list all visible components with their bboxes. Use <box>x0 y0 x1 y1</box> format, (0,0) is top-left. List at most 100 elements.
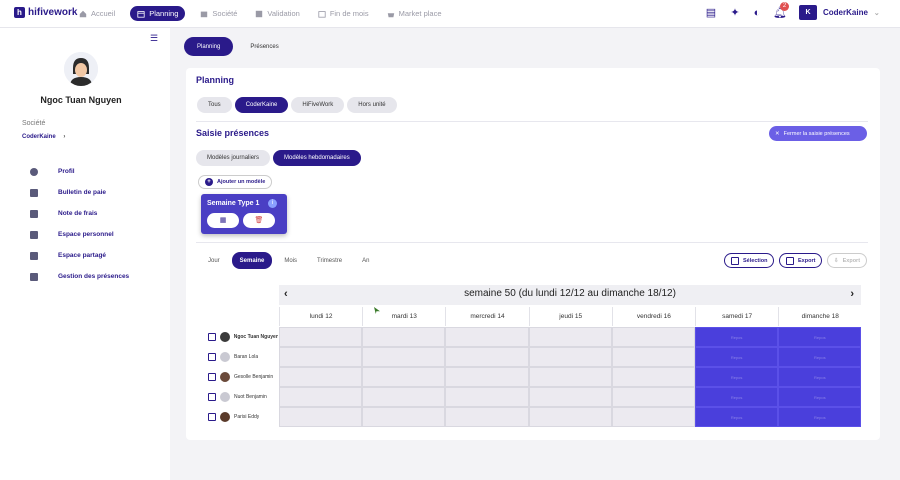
next-week-icon[interactable]: › <box>850 288 854 300</box>
employee-avatar <box>219 332 230 342</box>
filter-hifivework[interactable]: HiFiveWork <box>291 97 345 113</box>
employee-row[interactable]: Ngoc Tuan Nguyen <box>208 327 278 347</box>
filter-tous[interactable]: Tous <box>197 97 232 113</box>
calendar-icon[interactable] <box>208 333 216 341</box>
period-semaine[interactable]: Semaine <box>231 252 273 269</box>
employee-row[interactable]: Nuot Benjamin <box>208 387 278 407</box>
day-cell[interactable] <box>362 387 446 407</box>
app-logo[interactable]: h hifivework <box>14 7 77 18</box>
day-cell[interactable] <box>362 347 446 367</box>
export-button[interactable]: Export <box>779 253 823 268</box>
nav-item-accueil[interactable]: Accueil <box>76 6 118 21</box>
contrast-icon[interactable]: ◐ <box>751 7 763 19</box>
tab-modeles-journaliers[interactable]: Modèles journaliers <box>196 150 271 166</box>
avatar <box>64 52 98 86</box>
calendar-icon[interactable] <box>208 413 216 421</box>
nav-item-validation[interactable]: Validation <box>252 6 302 21</box>
day-cell[interactable] <box>528 367 612 387</box>
sidebar-item-note-de-frais[interactable]: Note de frais <box>30 203 129 224</box>
weekend-cell[interactable]: Repos <box>695 407 779 427</box>
selection-button[interactable]: Sélection <box>724 253 775 268</box>
employee-avatar <box>220 372 230 382</box>
sidebar-item-gestion-presences[interactable]: Gestion des présences <box>30 266 129 287</box>
model-card[interactable]: Semaine Type 1 i ▦ 🗑︎ <box>201 194 287 234</box>
collapse-sidebar-icon[interactable]: ☰ <box>150 33 158 44</box>
societe-selector[interactable]: CoderKaine › <box>22 134 65 140</box>
tab-planning[interactable]: Planning <box>184 37 234 56</box>
check-icon <box>256 10 263 17</box>
day-cell[interactable] <box>279 367 363 387</box>
day-header: mercredi 14 <box>445 307 528 326</box>
day-cell[interactable] <box>279 387 363 407</box>
nav-item-societe[interactable]: Société <box>197 6 240 21</box>
day-header: lundi 12 <box>279 307 362 326</box>
calendar-button[interactable]: ▦ <box>207 213 239 228</box>
day-cell[interactable] <box>445 387 529 407</box>
day-cell[interactable] <box>362 327 446 347</box>
sidebar: ☰ Ngoc Tuan Nguyen Société CoderKaine › … <box>0 28 170 480</box>
day-cell[interactable] <box>528 407 612 427</box>
filter-hors-unite[interactable]: Hors unité <box>347 97 397 113</box>
calendar-icon[interactable] <box>208 393 216 401</box>
day-cell[interactable] <box>528 387 612 407</box>
day-cell[interactable] <box>611 327 695 347</box>
weekend-cell[interactable]: Repos <box>778 407 862 427</box>
user-menu[interactable]: K CoderKaine ⌄ <box>799 5 880 20</box>
weekend-cell[interactable]: Repos <box>778 367 862 387</box>
day-cell[interactable] <box>445 367 529 387</box>
weekend-cell[interactable]: Repos <box>778 347 862 367</box>
day-cell[interactable] <box>611 347 695 367</box>
filter-coderkaine[interactable]: CoderKaine <box>234 97 289 113</box>
add-model-button[interactable]: + Ajouter un modèle <box>198 175 273 189</box>
sidebar-item-label: Espace partagé <box>58 252 107 259</box>
sidebar-item-espace-partage[interactable]: Espace partagé <box>30 245 129 266</box>
selection-label: Sélection <box>743 257 768 264</box>
sidebar-item-profil[interactable]: Profil <box>30 161 129 182</box>
sidebar-item-label: Gestion des présences <box>58 273 130 280</box>
period-trimestre[interactable]: Trimestre <box>309 252 350 269</box>
period-mois[interactable]: Mois <box>276 252 305 269</box>
period-an[interactable]: An <box>354 252 377 269</box>
day-cell[interactable] <box>528 347 612 367</box>
info-icon[interactable]: i <box>268 199 277 208</box>
employee-row[interactable]: Gesolle Benjamin <box>208 367 278 387</box>
weekend-cell[interactable]: Repos <box>778 327 862 347</box>
nav-label: Validation <box>267 9 300 18</box>
period-jour[interactable]: Jour <box>200 252 228 269</box>
day-cell[interactable] <box>279 407 363 427</box>
day-cell[interactable] <box>611 367 695 387</box>
day-cell[interactable] <box>445 327 529 347</box>
delete-button[interactable]: 🗑︎ <box>243 213 275 228</box>
day-cell[interactable] <box>279 347 363 367</box>
nav-item-fin-de-mois[interactable]: Fin de mois <box>315 6 372 21</box>
day-cell[interactable] <box>445 407 529 427</box>
day-cell[interactable] <box>362 367 446 387</box>
weekend-cell[interactable]: Repos <box>695 347 779 367</box>
calendar-icon[interactable] <box>208 353 216 361</box>
day-cell[interactable] <box>279 327 363 347</box>
cell-status: Repos <box>814 375 826 380</box>
tab-presences[interactable]: Présences <box>237 37 291 56</box>
close-saisie-button[interactable]: ✕ Fermer la saisie présences <box>769 126 867 141</box>
day-cell[interactable] <box>362 407 446 427</box>
sidebar-item-espace-personnel[interactable]: Espace personnel <box>30 224 129 245</box>
book-icon[interactable]: ▤ <box>705 7 717 19</box>
day-cell[interactable] <box>445 347 529 367</box>
tab-modeles-hebdomadaires[interactable]: Modèles hebdomadaires <box>273 150 361 166</box>
sidebar-item-bulletin[interactable]: Bulletin de paie <box>30 182 129 203</box>
weekend-cell[interactable]: Repos <box>778 387 862 407</box>
day-cell[interactable] <box>611 407 695 427</box>
weekend-cell[interactable]: Repos <box>695 327 779 347</box>
day-cell[interactable] <box>528 327 612 347</box>
divider <box>196 242 868 243</box>
nav-item-market-place[interactable]: Market place <box>384 6 445 21</box>
calendar-icon[interactable] <box>208 373 216 381</box>
weekend-cell[interactable]: Repos <box>695 367 779 387</box>
day-cell[interactable] <box>611 387 695 407</box>
nav-item-planning[interactable]: Planning <box>130 6 186 21</box>
weekend-cell[interactable]: Repos <box>695 387 779 407</box>
employee-row[interactable]: Baran Lola <box>208 347 278 367</box>
export-icon <box>786 256 794 265</box>
employee-row[interactable]: Parisi Eddy <box>208 407 278 427</box>
lightbulb-icon[interactable]: ✦ <box>729 7 741 19</box>
